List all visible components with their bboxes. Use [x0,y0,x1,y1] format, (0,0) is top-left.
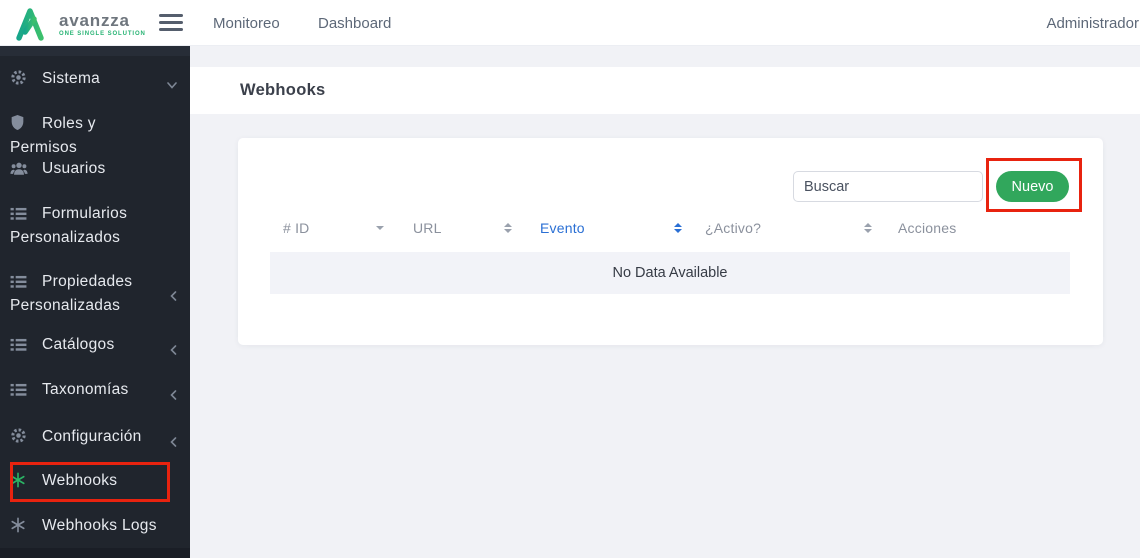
main-content: Webhooks Nuevo # ID URL Evento ¿Activo? … [190,46,1140,558]
page-title-band: Webhooks [190,67,1140,114]
list-icon [10,337,29,358]
sidebar-item-usuarios[interactable]: Usuarios [0,158,190,182]
sidebar-item-label: Configuración [42,428,142,445]
nuevo-button[interactable]: Nuevo [996,171,1069,202]
sidebar: Sistema Roles y Permisos Usuarios Formul… [0,46,190,558]
sidebar-item-webhooks[interactable]: Webhooks [0,470,190,494]
sidebar-footer-strip [0,548,190,558]
chevron-left-icon [170,286,177,307]
sort-both-icon[interactable] [864,216,872,240]
chevron-down-icon [167,74,177,95]
nav-dashboard[interactable]: Dashboard [318,0,391,46]
user-menu[interactable]: Administrador [1046,0,1139,46]
sidebar-item-propiedades-personalizadas[interactable]: Propiedades Personalizadas [0,271,190,316]
sidebar-item-label: Webhooks Logs [42,517,157,534]
app-root: avanzza ONE SINGLE SOLUTION Monitoreo Da… [0,0,1140,558]
sidebar-item-label: Taxonomías [42,381,129,398]
gear-icon [10,69,29,92]
chevron-left-icon [170,432,177,453]
sort-both-icon[interactable] [674,216,682,240]
sidebar-item-label: Webhooks [42,472,118,489]
sort-desc-icon[interactable] [376,216,384,240]
chevron-left-icon [170,340,177,361]
column-header-evento[interactable]: Evento [540,216,585,240]
brand-name: avanzza [59,10,130,30]
sidebar-item-label: Usuarios [42,160,106,177]
sidebar-item-formularios-personalizados[interactable]: Formularios Personalizados [0,203,190,248]
search-input[interactable] [793,171,983,202]
brand-tagline: ONE SINGLE SOLUTION [59,30,146,37]
empty-table-row: No Data Available [270,252,1070,294]
nav-monitoreo[interactable]: Monitoreo [213,0,280,46]
sidebar-item-label: Sistema [42,70,101,87]
sort-both-icon[interactable] [504,216,512,240]
chevron-left-icon [170,385,177,406]
column-header-id[interactable]: # ID [283,216,309,240]
list-icon [10,382,29,403]
list-icon [10,206,29,227]
sidebar-item-sistema[interactable]: Sistema [0,68,190,92]
hamburger-menu-icon[interactable] [159,14,183,31]
users-icon [10,161,29,182]
no-data-message: No Data Available [612,265,728,281]
sidebar-item-taxonomias[interactable]: Taxonomías [0,379,190,403]
webhook-icon [10,472,29,494]
sidebar-item-roles-y-permisos[interactable]: Roles y Permisos [0,113,190,158]
column-header-acciones[interactable]: Acciones [898,216,956,240]
list-icon [10,274,29,295]
avanzza-logo-icon [16,8,44,41]
column-header-activo[interactable]: ¿Activo? [705,216,761,240]
brand-logo[interactable]: avanzza ONE SINGLE SOLUTION [13,4,146,44]
page-title: Webhooks [240,81,326,99]
brand-text: avanzza ONE SINGLE SOLUTION [59,12,146,37]
column-header-url[interactable]: URL [413,216,442,240]
sidebar-item-webhooks-logs[interactable]: Webhooks Logs [0,515,190,539]
gear-icon [10,427,29,450]
table-header-row: # ID URL Evento ¿Activo? Acciones [238,216,1103,240]
webhook-icon [10,517,29,539]
webhooks-card: Nuevo # ID URL Evento ¿Activo? Acciones … [238,138,1103,345]
top-header: avanzza ONE SINGLE SOLUTION Monitoreo Da… [0,0,1140,46]
sidebar-item-label: Catálogos [42,336,115,353]
sidebar-item-catalogos[interactable]: Catálogos [0,334,190,358]
shield-icon [10,114,29,137]
sidebar-item-configuracion[interactable]: Configuración [0,426,190,450]
